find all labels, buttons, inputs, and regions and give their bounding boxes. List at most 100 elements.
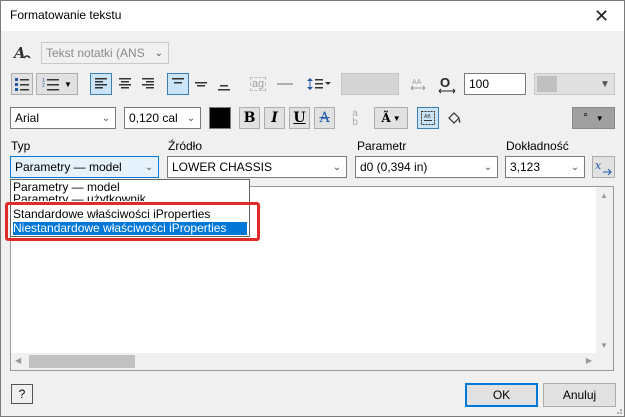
chevron-down-icon: ⌄ — [101, 112, 111, 124]
chevron-down-icon: ⌄ — [332, 161, 342, 173]
align-right-icon — [142, 78, 154, 89]
underline-button[interactable]: U — [289, 107, 310, 129]
spacing-input[interactable]: 100 — [464, 73, 526, 95]
scroll-thumb[interactable] — [29, 355, 135, 368]
paint-bucket-icon — [448, 112, 461, 124]
italic-button[interactable]: I — [264, 107, 285, 129]
insert-parameter-button[interactable]: x — [592, 156, 615, 178]
text-width-icon: AA — [410, 79, 426, 91]
strikethrough-button[interactable]: A — [314, 107, 335, 129]
title-bar: Formatowanie tekstu ✕ — [1, 1, 624, 31]
line-spacing-value-field[interactable] — [341, 73, 399, 95]
source-label: Źródło — [168, 139, 203, 153]
precision-value: 3,123 — [510, 160, 541, 174]
chevron-down-icon: ▼ — [600, 78, 610, 90]
precision-select[interactable]: 3,123 ⌄ — [505, 156, 585, 178]
stack-text-icon: ag — [249, 77, 267, 91]
parameter-select[interactable]: d0 (0,394 in) ⌄ — [355, 156, 498, 178]
align-center-icon — [119, 78, 131, 89]
background-fill-button[interactable] — [443, 107, 465, 129]
line-icon — [277, 83, 293, 85]
symbol-button[interactable]: ° ▼ — [572, 107, 615, 129]
chevron-down-icon: ▼ — [64, 79, 72, 89]
svg-text:2: 2 — [42, 83, 45, 89]
numbered-list-button[interactable]: 1 2 ▼ — [36, 73, 78, 95]
resize-grip-icon[interactable] — [613, 405, 623, 415]
chevron-down-icon: ⌄ — [144, 161, 154, 173]
parameter-value: d0 (0,394 in) — [360, 160, 428, 174]
font-value: Arial — [15, 111, 40, 125]
spacing-icon: O — [437, 74, 457, 94]
line-button[interactable] — [273, 73, 297, 95]
scroll-right-icon: ▶ — [585, 356, 592, 365]
case-change-icon: Ã — [381, 111, 391, 125]
align-bottom-button[interactable] — [213, 73, 235, 95]
align-middle-icon — [195, 82, 207, 87]
help-button[interactable]: ? — [11, 384, 33, 404]
type-label: Typ — [11, 139, 31, 153]
symbol-value: ° — [583, 112, 588, 124]
color-select-disabled[interactable]: ▼ — [534, 73, 615, 95]
insert-parameter-icon: x — [595, 159, 612, 175]
ok-button[interactable]: OK — [465, 383, 538, 407]
chevron-down-icon: ⌄ — [483, 161, 493, 173]
text-frame-icon: AB — [421, 111, 435, 125]
font-size-select[interactable]: 0,120 cal ⌄ — [124, 107, 201, 129]
line-spacing-icon — [307, 78, 331, 90]
case-change-button[interactable]: Ã ▼ — [374, 107, 408, 129]
align-center-button[interactable] — [114, 73, 136, 95]
close-button[interactable]: ✕ — [579, 1, 624, 31]
bullet-list-icon — [15, 78, 29, 91]
align-left-icon — [95, 78, 107, 89]
align-top-icon — [172, 78, 184, 84]
svg-text:O: O — [440, 75, 450, 90]
svg-text:A: A — [13, 44, 26, 62]
text-frame-button[interactable]: AB — [417, 107, 439, 129]
cancel-button[interactable]: Anuluj — [543, 383, 616, 407]
chevron-down-icon: ⌄ — [186, 112, 196, 124]
line-spacing-button[interactable] — [302, 73, 336, 95]
highlight-annotation — [5, 202, 260, 241]
chevron-down-icon: ⌄ — [570, 161, 580, 173]
svg-text:x: x — [595, 159, 602, 172]
font-select[interactable]: Arial ⌄ — [10, 107, 116, 129]
numbered-list-icon: 1 2 — [42, 78, 60, 91]
scroll-up-icon: ▲ — [600, 191, 608, 200]
text-width-button[interactable]: AA — [407, 73, 429, 95]
type-value: Parametry — model — [15, 160, 122, 174]
type-select[interactable]: Parametry — model ⌄ — [10, 156, 159, 178]
horizontal-scrollbar[interactable]: ◀ ▶ — [11, 353, 596, 370]
source-value: LOWER CHASSIS — [172, 160, 273, 174]
spacing-value: 100 — [469, 77, 490, 91]
dialog-title: Formatowanie tekstu — [10, 8, 122, 22]
stacking-icon: ab — [352, 108, 358, 128]
precision-label: Dokładność — [506, 139, 569, 153]
close-icon: ✕ — [593, 5, 610, 26]
bullet-list-button[interactable] — [11, 73, 33, 95]
font-color-swatch[interactable] — [209, 107, 231, 129]
chevron-down-icon: ▼ — [595, 113, 604, 123]
dropdown-item[interactable]: Parametry — użytkownik — [13, 193, 146, 201]
align-left-button[interactable] — [90, 73, 112, 95]
color-swatch — [537, 76, 557, 92]
format-text-dialog: Formatowanie tekstu ✕ A Tekst notatki (A… — [0, 0, 625, 417]
source-select[interactable]: LOWER CHASSIS ⌄ — [167, 156, 347, 178]
align-right-button[interactable] — [137, 73, 159, 95]
chevron-down-icon: ⌄ — [154, 47, 164, 59]
text-style-icon: A — [13, 43, 33, 63]
scroll-corner — [596, 353, 613, 370]
stacking-button[interactable]: ab — [344, 107, 366, 129]
scroll-left-icon: ◀ — [15, 356, 22, 365]
vertical-scrollbar[interactable]: ▲ ▼ — [596, 187, 613, 354]
stack-text-button[interactable]: ag — [246, 73, 270, 95]
align-middle-button[interactable] — [190, 73, 212, 95]
svg-text:AB: AB — [424, 114, 431, 120]
help-icon: ? — [18, 387, 26, 401]
svg-text:AA: AA — [412, 79, 422, 86]
text-style-value: Tekst notatki (ANS — [46, 46, 145, 60]
parameter-label: Parametr — [357, 139, 407, 153]
bold-button[interactable]: B — [239, 107, 260, 129]
chevron-down-icon: ▼ — [392, 113, 401, 123]
align-top-button[interactable] — [167, 73, 189, 95]
text-style-select[interactable]: Tekst notatki (ANS ⌄ — [41, 42, 169, 64]
